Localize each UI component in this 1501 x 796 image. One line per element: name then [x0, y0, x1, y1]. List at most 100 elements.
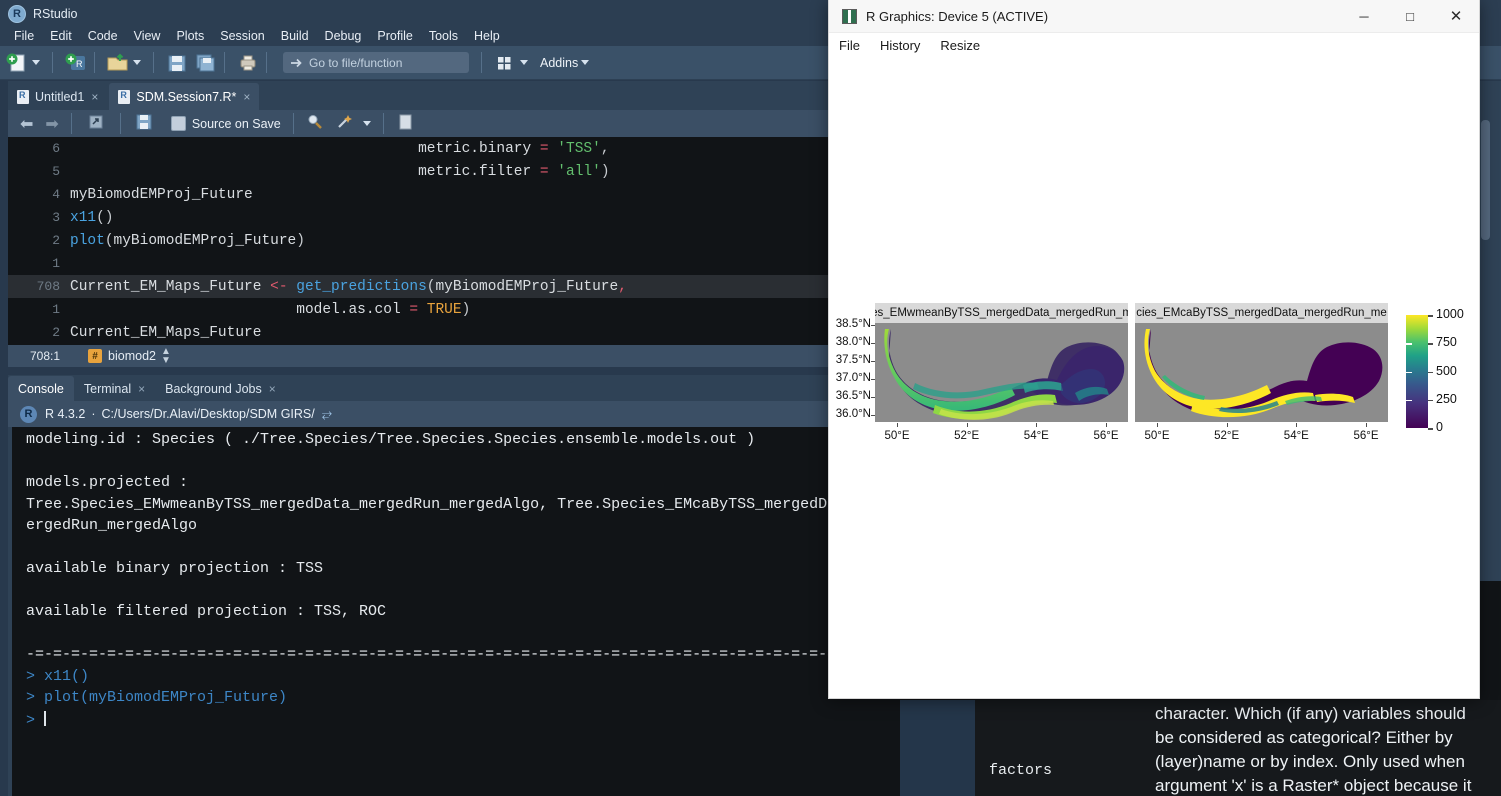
- close-icon[interactable]: ×: [243, 90, 250, 104]
- grid-icon[interactable]: [493, 52, 517, 74]
- code-text: model.as.col = TRUE): [70, 301, 471, 318]
- x-axis-tick-label: 50°E: [1144, 430, 1170, 442]
- legend-tick-outer: [1428, 428, 1433, 430]
- x-axis-tick-label: 54°E: [1023, 430, 1049, 442]
- cursor-position: 708:1: [30, 349, 61, 363]
- menu-help[interactable]: Help: [466, 28, 508, 44]
- r-script-icon: [118, 89, 131, 104]
- y-axis-tick-label: 36.5°N: [835, 390, 871, 402]
- menu-profile[interactable]: Profile: [369, 28, 420, 44]
- x-axis-tick: [1157, 423, 1158, 427]
- line-number: 3: [52, 210, 60, 225]
- toolbar-divider: [52, 52, 53, 73]
- source-on-save-checkbox[interactable]: [170, 116, 186, 131]
- editor-toolbar-divider: [70, 113, 72, 134]
- legend-tick: [1406, 399, 1412, 402]
- code-text: x11(): [70, 209, 114, 226]
- code-text: metric.filter = 'all'): [418, 163, 610, 180]
- graphics-titlebar[interactable]: R Graphics: Device 5 (ACTIVE) ─ □ ✕: [829, 0, 1479, 33]
- x-axis-tick: [1036, 423, 1038, 427]
- forward-arrow-icon[interactable]: ➡: [45, 114, 58, 134]
- menu-view[interactable]: View: [126, 28, 169, 44]
- menu-file[interactable]: File: [6, 28, 42, 44]
- new-file-dropdown-icon[interactable]: [32, 60, 40, 65]
- graphics-menu-resize[interactable]: Resize: [930, 38, 990, 53]
- new-file-icon[interactable]: [5, 52, 29, 74]
- close-button[interactable]: ✕: [1433, 0, 1479, 32]
- addins-dropdown-icon[interactable]: [581, 60, 590, 65]
- help-argument-description: character. Which (if any) variables shou…: [1155, 704, 1472, 795]
- editor-tab-untitled1[interactable]: Untitled1 ×: [8, 83, 108, 110]
- graphics-menu-file[interactable]: File: [829, 38, 870, 53]
- window-controls: ─ □ ✕: [1341, 0, 1479, 32]
- chevron-updown-icon[interactable]: ▲ ▼: [161, 347, 171, 366]
- close-icon[interactable]: ×: [138, 382, 145, 396]
- graphics-menubar: File History Resize: [829, 33, 1479, 58]
- help-pane-left-gutter: [900, 700, 975, 796]
- save-icon[interactable]: [135, 113, 159, 135]
- menu-code[interactable]: Code: [80, 28, 126, 44]
- open-directory-icon[interactable]: ⥂: [322, 406, 332, 422]
- editor-tab-label: SDM.Session7.R*: [136, 89, 237, 104]
- r-graphics-icon: [842, 8, 857, 24]
- compile-report-icon[interactable]: [396, 113, 420, 135]
- show-in-new-window-icon[interactable]: [86, 113, 110, 135]
- new-project-icon[interactable]: R: [64, 52, 88, 74]
- right-pane-scrollbar[interactable]: [1481, 120, 1490, 240]
- graphics-canvas: 38.5°N 38.0°N 37.5°N 37.0°N 36.5°N 36.0°N es_…: [829, 57, 1479, 698]
- legend-tick-label: 500: [1436, 363, 1457, 378]
- open-file-icon[interactable]: [106, 52, 130, 74]
- goto-file-function-input[interactable]: Go to file/function: [283, 52, 469, 73]
- code-tools-icon[interactable]: [336, 113, 360, 135]
- find-icon[interactable]: [306, 113, 330, 135]
- grid-dropdown-icon[interactable]: [520, 60, 528, 65]
- map-raster-2: [1144, 329, 1383, 418]
- legend-tick-label: 750: [1436, 335, 1457, 350]
- code-scope-label[interactable]: biomod2: [108, 349, 156, 363]
- line-number: 2: [52, 325, 60, 340]
- back-arrow-icon[interactable]: ⬅: [20, 114, 33, 134]
- legend-tick-outer: [1428, 315, 1433, 317]
- maximize-button[interactable]: □: [1387, 0, 1433, 32]
- map-panel-1: [875, 323, 1128, 422]
- menu-build[interactable]: Build: [273, 28, 317, 44]
- minimize-button[interactable]: ─: [1341, 0, 1387, 32]
- line-number: 5: [52, 164, 60, 179]
- graphics-menu-history[interactable]: History: [870, 38, 930, 53]
- close-icon[interactable]: ×: [91, 90, 98, 104]
- toolbar-divider-3: [153, 52, 154, 73]
- tab-console[interactable]: Console: [8, 376, 74, 401]
- working-directory-label[interactable]: C:/Users/Dr.Alavi/Desktop/SDM GIRS/: [101, 407, 314, 421]
- x-axis-tick: [1296, 423, 1298, 427]
- tab-terminal[interactable]: Terminal ×: [74, 376, 155, 401]
- help-pane[interactable]: factors character. Which (if any) variab…: [975, 700, 1501, 796]
- menu-debug[interactable]: Debug: [317, 28, 370, 44]
- editor-tab-label: Untitled1: [35, 89, 85, 104]
- code-text: plot(myBiomodEMProj_Future): [70, 232, 305, 249]
- line-number: 2: [52, 233, 60, 248]
- y-axis-tick-label: 36.0°N: [835, 408, 871, 420]
- r-version-label: R 4.3.2: [45, 407, 86, 421]
- menu-tools[interactable]: Tools: [421, 28, 466, 44]
- legend-tick: [1406, 343, 1412, 345]
- menu-plots[interactable]: Plots: [168, 28, 212, 44]
- addins-button[interactable]: Addins: [540, 56, 578, 70]
- code-tools-dropdown-icon[interactable]: [362, 121, 371, 126]
- open-file-dropdown-icon[interactable]: [133, 60, 141, 65]
- editor-toolbar-divider-3: [292, 113, 294, 134]
- close-icon[interactable]: ×: [269, 382, 276, 396]
- tab-background-jobs[interactable]: Background Jobs ×: [155, 376, 286, 401]
- x-axis-tick-label: 56°E: [1093, 430, 1119, 442]
- menu-edit[interactable]: Edit: [42, 28, 80, 44]
- editor-toolbar-divider-4: [382, 113, 384, 134]
- editor-tab-sdm-session7[interactable]: SDM.Session7.R* ×: [109, 83, 260, 110]
- x-axis-tick-label: 52°E: [1214, 430, 1240, 442]
- menu-session[interactable]: Session: [212, 28, 272, 44]
- r-graphics-window[interactable]: R Graphics: Device 5 (ACTIVE) ─ □ ✕ File…: [828, 0, 1480, 699]
- save-all-icon[interactable]: [194, 52, 218, 74]
- print-icon[interactable]: [236, 52, 260, 74]
- goto-placeholder-text: Go to file/function: [309, 55, 403, 70]
- save-icon[interactable]: [165, 52, 189, 74]
- rstudio-logo-icon: R: [8, 5, 26, 23]
- toolbar-divider-2: [94, 52, 95, 73]
